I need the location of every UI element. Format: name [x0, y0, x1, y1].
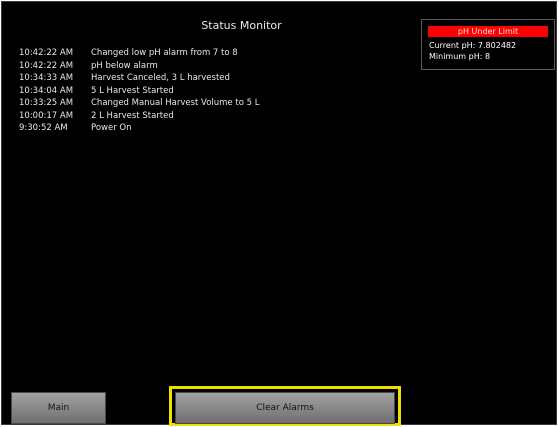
log-time: 10:42:22 AM — [19, 60, 74, 71]
log-message: pH below alarm — [91, 60, 158, 71]
current-ph-readout: Current pH: 7.802482 — [429, 41, 517, 50]
status-monitor-screen: Status Monitor 10:42:22 AM Changed low pH… — [1, 1, 557, 425]
log-time: 10:33:25 AM — [19, 98, 74, 108]
log-time: 10:34:33 AM — [19, 73, 74, 83]
log-time: 9:30:52 AM — [19, 123, 68, 133]
log-time: 10:00:17 AM — [19, 110, 74, 121]
log-message: 5 L Harvest Started — [91, 85, 174, 96]
minimum-ph-readout: Minimum pH: 8 — [429, 52, 491, 61]
log-message: Changed Manual Harvest Volume to 5 L — [91, 98, 260, 108]
log-time: 10:42:22 AM — [19, 48, 74, 58]
log-entry: 10:00:17 AM 2 L Harvest Started — [19, 110, 259, 123]
log-message: Power On — [91, 123, 132, 133]
page-title: Status Monitor — [201, 19, 282, 32]
log-entry: 10:42:22 AM Changed low pH alarm from 7 t… — [19, 47, 259, 60]
log-entry: 9:30:52 AM Power On — [19, 122, 259, 135]
event-log: 10:42:22 AM Changed low pH alarm from 7 t… — [19, 47, 259, 135]
alarm-banner: pH Under Limit — [428, 26, 548, 37]
log-message: Changed low pH alarm from 7 to 8 — [91, 48, 238, 58]
log-time: 10:34:04 AM — [19, 85, 74, 96]
log-entry: 10:34:04 AM 5 L Harvest Started — [19, 85, 259, 98]
main-button[interactable]: Main — [11, 392, 106, 424]
clear-alarms-button[interactable]: Clear Alarms — [175, 392, 395, 424]
log-entry: 10:42:22 AM pH below alarm — [19, 60, 259, 73]
log-entry: 10:34:33 AM Harvest Canceled, 3 L harvest… — [19, 72, 259, 85]
log-message: Harvest Canceled, 3 L harvested — [91, 73, 230, 83]
ph-alarm-panel: pH Under Limit Current pH: 7.802482 Mini… — [421, 19, 555, 70]
log-entry: 10:33:25 AM Changed Manual Harvest Volume… — [19, 97, 259, 110]
log-message: 2 L Harvest Started — [91, 110, 174, 121]
